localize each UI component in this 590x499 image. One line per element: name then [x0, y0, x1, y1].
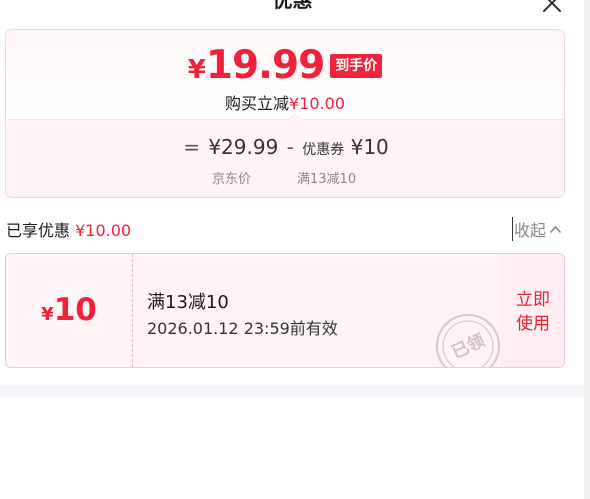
final-price-section: ¥19.99 到手价 购买立减¥10.00	[6, 30, 564, 119]
coupon-divider	[132, 254, 133, 367]
claimed-stamp-text: 已领	[448, 330, 488, 363]
use-coupon-label-line1: 立即	[516, 290, 550, 310]
price-breakdown-card: ¥19.99 到手价 购买立减¥10.00 = ¥29.99 - 优惠券 ¥10 …	[5, 29, 565, 198]
savings-summary: 已享优惠 ¥10.00	[6, 217, 131, 241]
coupon-discount: ¥10	[350, 135, 389, 159]
collapse-label: 收起	[514, 221, 547, 240]
coupon-amount: 10	[53, 292, 97, 328]
chevron-up-icon	[549, 225, 562, 234]
final-price-currency: ¥	[187, 55, 206, 85]
final-price-line: ¥19.99 到手价	[6, 43, 564, 88]
equals-sign: =	[183, 135, 200, 159]
instant-saving-line: 购买立减¥10.00	[6, 90, 564, 114]
original-price: ¥29.99	[208, 135, 279, 159]
coupon-title: 满13减10	[147, 292, 229, 313]
final-price-badge: 到手价	[330, 54, 383, 78]
footer-divider	[0, 385, 584, 397]
savings-amount: ¥10.00	[75, 221, 132, 240]
instant-saving-label: 购买立减	[225, 94, 290, 113]
collapse-button[interactable]: 收起	[512, 217, 562, 241]
close-icon	[543, 0, 561, 12]
close-button[interactable]	[541, 0, 563, 14]
page-title: 优惠	[272, 0, 313, 12]
coupon-rule-caption: 满13减10	[297, 172, 357, 187]
coupon-currency: ¥	[41, 304, 54, 325]
jd-price-caption: 京东价	[212, 172, 252, 187]
instant-saving-amount: ¥10.00	[289, 94, 345, 113]
use-coupon-button[interactable]: 立即 使用	[500, 254, 564, 367]
price-formula-section: = ¥29.99 - 优惠券 ¥10 京东价 满13减10	[6, 112, 564, 197]
price-formula: = ¥29.99 - 优惠券 ¥10	[6, 135, 564, 159]
savings-label: 已享优惠	[6, 221, 71, 240]
coupon-label: 优惠券	[302, 142, 345, 158]
final-price: 19.99	[205, 43, 325, 88]
use-coupon-label-line2: 使用	[516, 314, 550, 334]
coupon-value: ¥10	[6, 254, 132, 367]
window-edge	[584, 0, 590, 499]
claimed-stamp-icon: 已领	[435, 313, 501, 367]
coupon-expiry: 2026.01.12 23:59前有效	[147, 319, 338, 338]
minus-sign: -	[286, 135, 294, 159]
coupon-card: ¥10 满13减10 2026.01.12 23:59前有效 已领 立即 使用	[5, 253, 565, 368]
